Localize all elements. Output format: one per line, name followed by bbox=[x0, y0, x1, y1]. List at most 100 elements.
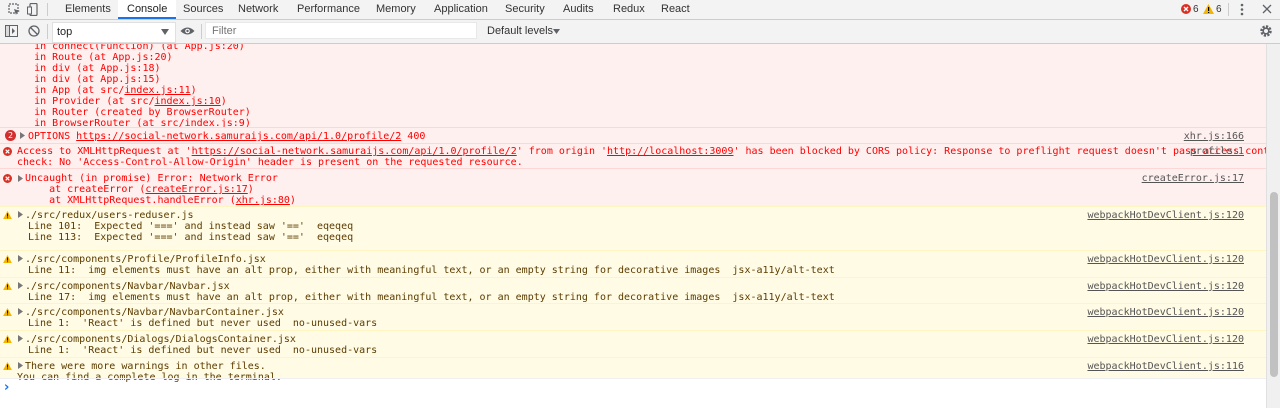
warning-detail-line: Line 1: 'React' is defined but never use… bbox=[28, 345, 378, 356]
cors-url-link[interactable]: https://social-network.samuraijs.com/api… bbox=[192, 146, 517, 157]
eye-icon[interactable] bbox=[180, 26, 195, 36]
tab-sources[interactable]: Sources bbox=[183, 0, 223, 19]
inspect-element-icon[interactable] bbox=[8, 3, 21, 16]
expand-arrow-icon[interactable] bbox=[18, 308, 23, 315]
scrollbar-thumb[interactable] bbox=[1270, 192, 1278, 377]
cors-error-line-2: check: No 'Access-Control-Allow-Origin' … bbox=[17, 157, 523, 168]
source-link[interactable]: webpackHotDevClient.js:120 bbox=[1087, 334, 1244, 345]
uncaught-error: Uncaught (in promise) Error: Network Err… bbox=[0, 168, 1266, 206]
source-link[interactable]: webpackHotDevClient.js:120 bbox=[1087, 254, 1244, 265]
options-request-error[interactable]: 2 OPTIONS https://social-network.samurai… bbox=[0, 127, 1266, 143]
expand-arrow-icon[interactable] bbox=[18, 282, 23, 289]
error-stack-trace: in connect(Function) (at App.js:20) in R… bbox=[0, 44, 1266, 129]
request-url-link[interactable]: https://social-network.samuraijs.com/api… bbox=[76, 131, 401, 142]
warning-count[interactable]: 6 bbox=[1216, 0, 1222, 19]
warning-title: ./src/components/Navbar/NavbarContainer.… bbox=[25, 307, 284, 318]
source-link[interactable]: webpackHotDevClient.js:120 bbox=[1087, 210, 1244, 221]
toolbar-divider bbox=[47, 3, 48, 16]
prompt-chevron-icon: › bbox=[4, 380, 10, 395]
tab-audits[interactable]: Audits bbox=[563, 0, 594, 19]
warning-message: ./src/components/Profile/ProfileInfo.jsx… bbox=[0, 250, 1266, 277]
warning-detail-line: Line 17: img elements must have an alt p… bbox=[28, 292, 835, 303]
stack-trace-line: in div (at App.js:15) bbox=[10, 74, 161, 85]
error-count-icon[interactable] bbox=[1181, 4, 1191, 14]
error-icon bbox=[3, 147, 12, 156]
warning-message: ./src/components/Navbar/NavbarContainer.… bbox=[0, 303, 1266, 330]
settings-gear-icon[interactable] bbox=[1259, 24, 1273, 38]
more-options-icon[interactable] bbox=[1240, 3, 1244, 16]
source-link[interactable]: webpackHotDevClient.js:116 bbox=[1087, 361, 1244, 372]
log-levels-dropdown[interactable]: Default levels bbox=[487, 25, 553, 37]
error-icon bbox=[3, 174, 12, 183]
warning-message: ./src/redux/users-reduser.js webpackHotDe… bbox=[0, 206, 1266, 250]
warning-message: There were more warnings in other files.… bbox=[0, 357, 1266, 383]
uncaught-error-title: Uncaught (in promise) Error: Network Err… bbox=[25, 173, 278, 184]
tab-elements[interactable]: Elements bbox=[65, 0, 111, 19]
stack-trace-line: in Route (at App.js:20) bbox=[10, 52, 173, 63]
expand-arrow-icon[interactable] bbox=[18, 175, 23, 182]
warning-message: ./src/components/Navbar/Navbar.jsx webpac… bbox=[0, 277, 1266, 303]
console-scrollbar[interactable] bbox=[1266, 44, 1280, 408]
warning-icon bbox=[3, 362, 12, 370]
stack-trace-line: in Router (created by BrowserRouter) bbox=[10, 107, 251, 118]
tab-memory[interactable]: Memory bbox=[376, 0, 416, 19]
cors-error: Access to XMLHttpRequest at 'https://soc… bbox=[0, 143, 1266, 168]
clear-console-icon[interactable] bbox=[28, 25, 40, 37]
warning-icon bbox=[3, 308, 12, 316]
tab-network[interactable]: Network bbox=[238, 0, 278, 19]
stack-frame-link[interactable]: createError.js:17 bbox=[145, 184, 247, 195]
warning-title: There were more warnings in other files. bbox=[25, 361, 266, 372]
stack-frame: at createError (createError.js:17) bbox=[25, 184, 254, 195]
console-output: in connect(Function) (at App.js:20) in R… bbox=[0, 44, 1266, 408]
repeat-count-badge: 2 bbox=[5, 130, 16, 141]
warning-icon bbox=[3, 335, 12, 343]
stack-frame-link[interactable]: index.js:11 bbox=[124, 85, 190, 96]
warning-title: ./src/components/Profile/ProfileInfo.jsx bbox=[25, 254, 266, 265]
stack-frame: at XMLHttpRequest.handleError (xhr.js:80… bbox=[25, 195, 296, 206]
tab-redux[interactable]: Redux bbox=[613, 0, 645, 19]
dropdown-arrow-icon bbox=[161, 29, 169, 35]
source-link[interactable]: webpackHotDevClient.js:120 bbox=[1087, 281, 1244, 292]
expand-arrow-icon[interactable] bbox=[20, 132, 25, 139]
warning-icon bbox=[3, 211, 12, 219]
stack-frame-link[interactable]: index.js:10 bbox=[155, 96, 221, 107]
error-count[interactable]: 6 bbox=[1193, 0, 1199, 19]
warning-icon bbox=[3, 282, 12, 290]
devtools-tab-bar: Elements Console Sources Network Performance… bbox=[0, 0, 1280, 20]
stack-frame-link[interactable]: xhr.js:80 bbox=[236, 195, 290, 206]
source-link[interactable]: xhr.js:166 bbox=[1184, 131, 1244, 142]
tab-performance[interactable]: Performance bbox=[297, 0, 360, 19]
toolbar-divider bbox=[201, 24, 202, 39]
warning-message: ./src/components/Dialogs/DialogsContaine… bbox=[0, 330, 1266, 357]
console-prompt[interactable]: › bbox=[0, 378, 1266, 408]
source-link[interactable]: webpackHotDevClient.js:120 bbox=[1087, 307, 1244, 318]
context-selector[interactable]: top bbox=[52, 22, 176, 43]
warning-count-icon[interactable] bbox=[1203, 4, 1214, 14]
expand-arrow-icon[interactable] bbox=[18, 362, 23, 369]
origin-link[interactable]: http://localhost:3009 bbox=[607, 146, 733, 157]
stack-trace-line: in Provider (at src/index.js:10) bbox=[10, 96, 227, 107]
tab-security[interactable]: Security bbox=[505, 0, 545, 19]
options-request-text: OPTIONS https://social-network.samuraijs… bbox=[28, 131, 426, 142]
warning-title: ./src/components/Navbar/Navbar.jsx bbox=[25, 281, 230, 292]
sidebar-toggle-icon[interactable] bbox=[5, 25, 18, 37]
source-link[interactable]: profile:1 bbox=[1190, 146, 1244, 157]
tab-react[interactable]: React bbox=[661, 0, 690, 19]
expand-arrow-icon[interactable] bbox=[18, 211, 23, 218]
source-link[interactable]: createError.js:17 bbox=[1142, 173, 1244, 184]
context-selector-label: top bbox=[57, 26, 73, 38]
filter-input[interactable] bbox=[205, 22, 477, 39]
expand-arrow-icon[interactable] bbox=[18, 255, 23, 262]
tab-application[interactable]: Application bbox=[434, 0, 488, 19]
warning-title: ./src/redux/users-reduser.js bbox=[25, 210, 194, 221]
warning-detail-line: Line 113: Expected '===' and instead saw… bbox=[28, 232, 354, 243]
toolbar-divider bbox=[1228, 3, 1229, 16]
levels-dropdown-arrow-icon[interactable] bbox=[553, 29, 560, 34]
device-toolbar-icon[interactable] bbox=[27, 3, 40, 16]
warning-detail-line: Line 11: img elements must have an alt p… bbox=[28, 265, 835, 276]
tab-console[interactable]: Console bbox=[118, 0, 177, 19]
stack-trace-line: in div (at App.js:18) bbox=[10, 63, 161, 74]
expand-arrow-icon[interactable] bbox=[18, 335, 23, 342]
close-icon[interactable] bbox=[1262, 4, 1272, 14]
cors-error-line-1: Access to XMLHttpRequest at 'https://soc… bbox=[17, 146, 1266, 157]
